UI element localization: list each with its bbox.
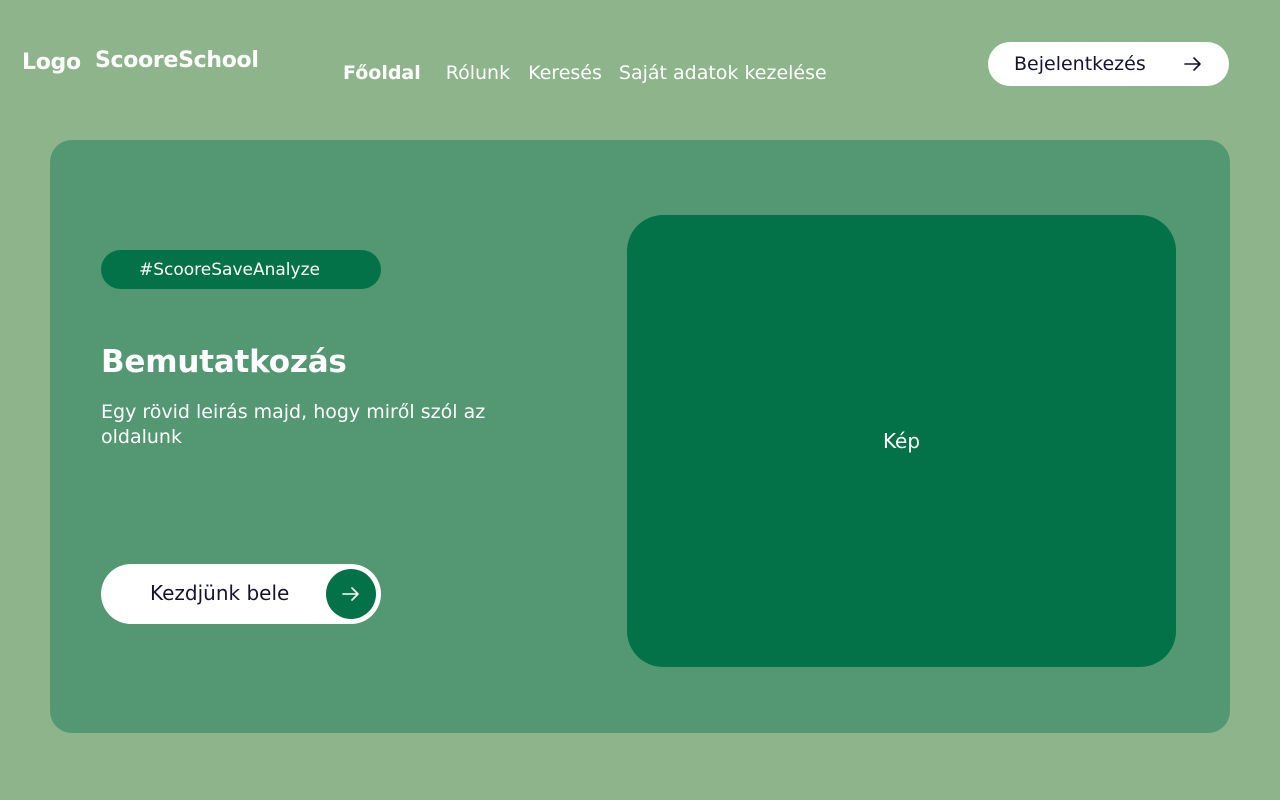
get-started-button[interactable]: Kezdjünk bele	[101, 564, 381, 624]
site-header: Logo ScooreSchool Főoldal Rólunk Keresés…	[0, 0, 1280, 110]
hero-title: Bemutatkozás	[101, 344, 347, 380]
nav-link-home[interactable]: Főoldal	[343, 62, 421, 84]
arrow-right-icon	[1184, 57, 1201, 71]
main-nav: Főoldal Rólunk Keresés Saját adatok keze…	[343, 62, 827, 84]
logo[interactable]: Logo	[22, 50, 81, 75]
image-placeholder-label: Kép	[882, 429, 921, 453]
hero-card: #ScooreSaveAnalyze Bemutatkozás Egy rövi…	[50, 140, 1230, 733]
hero-description: Egy rövid leirás majd, hogy miről szól a…	[101, 401, 486, 448]
hashtag-badge: #ScooreSaveAnalyze	[101, 250, 381, 289]
login-button[interactable]: Bejelentkezés	[988, 42, 1229, 86]
brand-name[interactable]: ScooreSchool	[95, 48, 259, 73]
arrow-right-icon	[342, 587, 359, 601]
get-started-arrow-circle	[326, 569, 376, 619]
nav-link-profile[interactable]: Saját adatok kezelése	[619, 62, 827, 84]
login-button-label: Bejelentkezés	[1014, 53, 1146, 75]
hero-image-placeholder: Kép	[627, 215, 1176, 667]
nav-link-search[interactable]: Keresés	[528, 62, 602, 84]
get-started-label: Kezdjünk bele	[150, 581, 290, 605]
nav-link-about[interactable]: Rólunk	[446, 62, 510, 84]
